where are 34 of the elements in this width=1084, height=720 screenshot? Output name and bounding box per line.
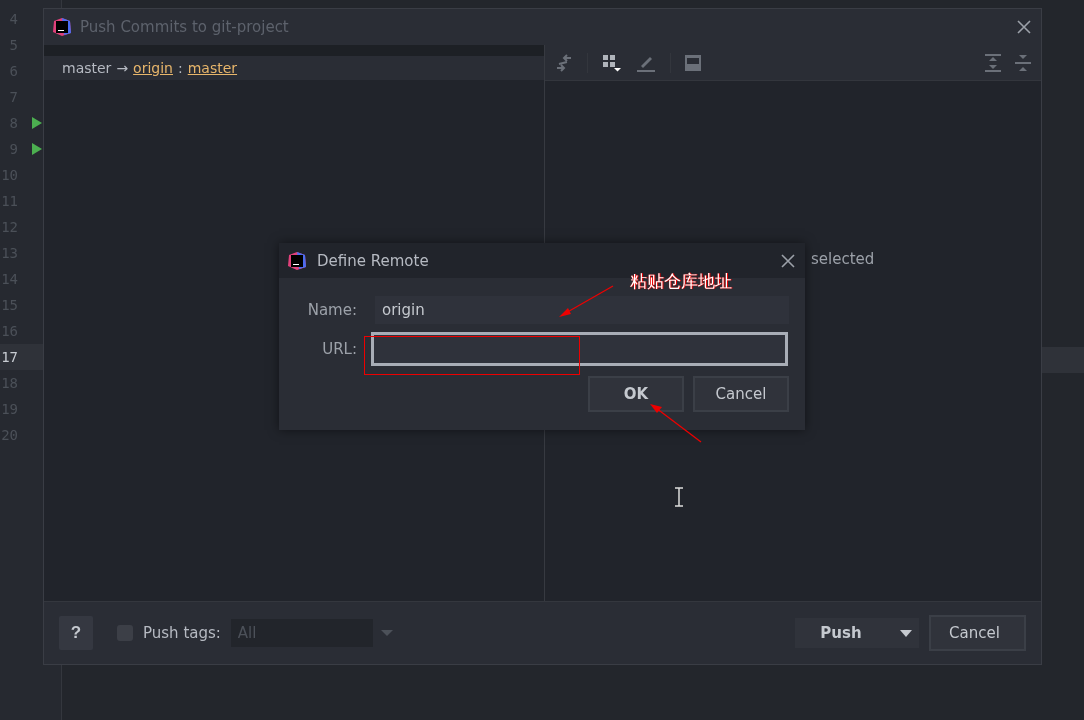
remote-branch-link[interactable]: master: [187, 60, 238, 76]
line-number: 17: [0, 349, 18, 365]
field-label: URL:: [321, 340, 357, 358]
annotation-arrow: [648, 402, 704, 444]
caret-icon: [899, 629, 912, 637]
ok-button[interactable]: OK: [588, 376, 684, 412]
merge-arrows-icon[interactable]: [555, 53, 573, 72]
collapse-all-icon[interactable]: [1015, 53, 1031, 72]
help-button[interactable]: ?: [59, 616, 93, 650]
field-label: Name:: [306, 301, 357, 319]
input-field[interactable]: origin: [375, 296, 789, 324]
branch-row[interactable]: master → origin : master: [44, 56, 544, 80]
annotation-text: 粘贴仓库地址: [630, 270, 732, 293]
close-icon: [1017, 20, 1031, 34]
local-branch-text: master: [62, 60, 112, 76]
cancel-button[interactable]: Cancel: [693, 376, 789, 412]
arrow-text: →: [116, 60, 129, 76]
close-button[interactable]: [779, 251, 797, 270]
close-icon: [781, 253, 795, 268]
text-cursor-icon: [674, 487, 684, 507]
ide-logo-icon: [287, 250, 307, 271]
push-tags-label: Push tags:: [143, 624, 221, 642]
preview-panel-icon[interactable]: [685, 54, 701, 71]
cancel-button[interactable]: Cancel: [929, 615, 1026, 651]
ide-logo-icon: [52, 17, 72, 37]
dialog-title: Define Remote: [317, 251, 430, 270]
input-field[interactable]: [371, 332, 788, 366]
push-button[interactable]: Push: [795, 618, 919, 648]
expand-all-icon[interactable]: [985, 53, 1001, 72]
remote-link[interactable]: origin: [133, 60, 173, 76]
group-by-icon[interactable]: [602, 53, 622, 72]
empty-state-text: selected: [811, 250, 875, 268]
close-button[interactable]: [1015, 18, 1033, 36]
separator-text: :: [178, 60, 183, 76]
